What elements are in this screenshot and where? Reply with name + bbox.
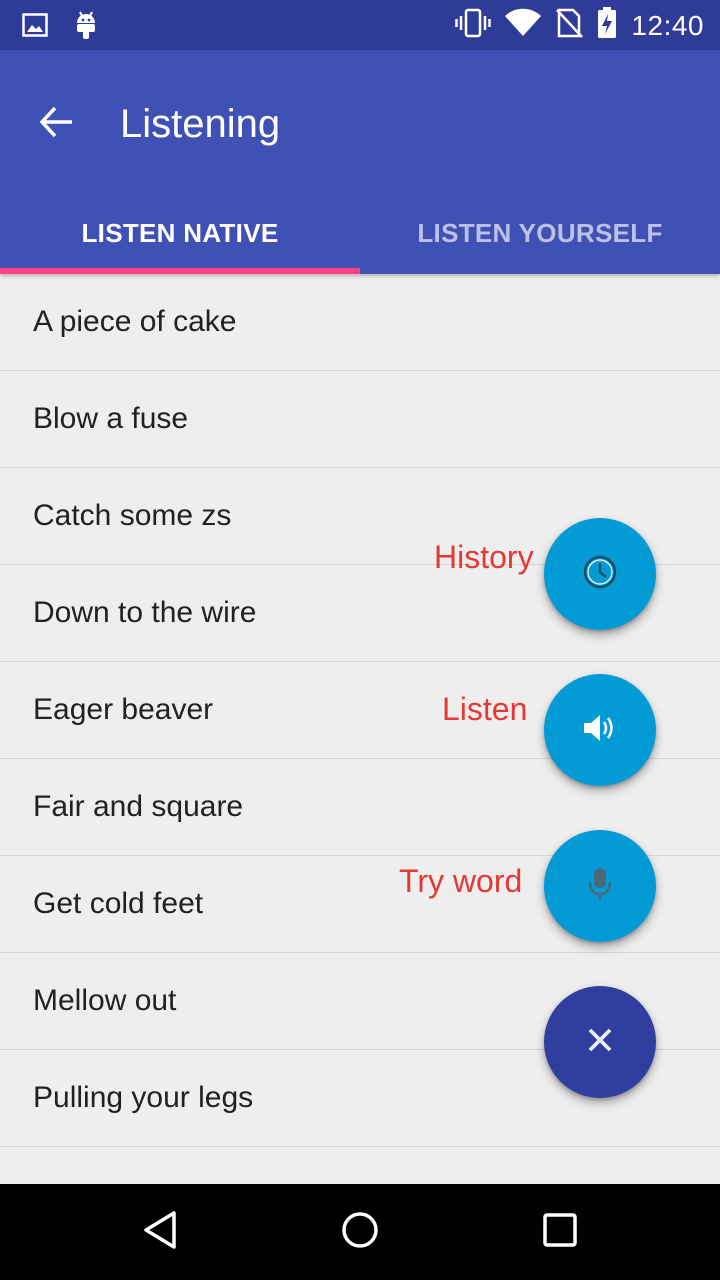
list-item[interactable]: A piece of cake	[0, 274, 720, 371]
status-bar: 12:40	[0, 0, 720, 50]
try-word-button[interactable]	[544, 830, 656, 942]
status-time: 12:40	[631, 9, 704, 41]
history-clock-icon	[582, 554, 618, 595]
microphone-icon	[588, 866, 612, 907]
speaker-icon	[581, 711, 619, 750]
android-icon	[74, 10, 98, 45]
wifi-icon	[505, 8, 542, 43]
close-icon	[587, 1027, 613, 1058]
back-nav-button[interactable]	[136, 1208, 184, 1256]
try-word-label[interactable]: Try word	[399, 863, 522, 900]
home-nav-button[interactable]	[336, 1208, 384, 1256]
close-menu-button[interactable]	[544, 986, 656, 1098]
history-label[interactable]: History	[434, 539, 534, 576]
circle-home-icon	[340, 1210, 380, 1255]
navigation-bar	[0, 1184, 720, 1280]
tab-listen-native[interactable]: LISTEN NATIVE	[0, 192, 360, 274]
page-title: Listening	[120, 102, 281, 146]
no-sim-icon	[555, 8, 584, 43]
recents-nav-button[interactable]	[536, 1208, 584, 1256]
triangle-back-icon	[140, 1209, 180, 1256]
app-bar: Listening LISTEN NATIVE LISTEN YOURSELF	[0, 50, 720, 274]
listen-label[interactable]: Listen	[442, 691, 527, 728]
history-button[interactable]	[544, 518, 656, 630]
image-icon	[22, 13, 48, 42]
battery-charging-icon	[597, 7, 617, 44]
arrow-back-icon	[38, 105, 74, 144]
vibrate-icon	[455, 8, 492, 43]
listen-button[interactable]	[544, 674, 656, 786]
tab-indicator	[0, 268, 360, 274]
list-item[interactable]: Blow a fuse	[0, 371, 720, 468]
back-button[interactable]	[36, 104, 76, 144]
tab-listen-yourself[interactable]: LISTEN YOURSELF	[360, 192, 720, 274]
square-recents-icon	[542, 1212, 578, 1253]
